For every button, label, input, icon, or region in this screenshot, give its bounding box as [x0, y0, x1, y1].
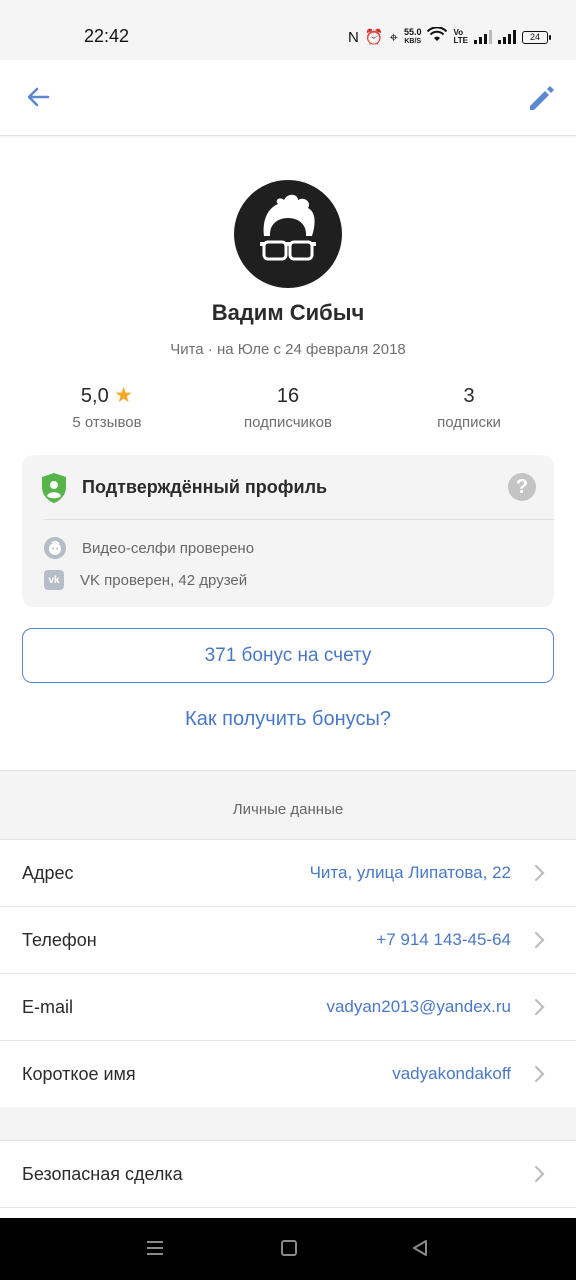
nfc-icon: N: [347, 28, 359, 46]
following-stat[interactable]: 3 подписки: [389, 382, 549, 431]
verified-item-text: Видео-селфи проверено: [82, 539, 255, 557]
signal-1-icon: [474, 30, 492, 44]
rating-stat[interactable]: 5,0 ★ 5 отзывов: [27, 382, 187, 431]
row-label: Короткое имя: [22, 1064, 136, 1084]
verified-item-vk: vk VK проверен, 42 друзей: [44, 569, 247, 591]
chevron-right-icon: [534, 1065, 545, 1083]
pencil-icon: [530, 86, 554, 110]
home-icon[interactable]: [279, 1238, 299, 1258]
chevron-right-icon: [534, 1165, 545, 1183]
signal-2-icon: [498, 30, 516, 44]
verified-item-text: VK проверен, 42 друзей: [80, 571, 248, 589]
followers-stat[interactable]: 16 подписчиков: [208, 382, 368, 431]
back-button[interactable]: [20, 80, 56, 116]
rating-value: 5,0: [80, 385, 109, 407]
following-value: 3: [463, 385, 475, 407]
verified-item-selfie: Видео-селфи проверено: [44, 537, 254, 559]
vk-icon: vk: [44, 570, 64, 590]
profile-stats: 5,0 ★ 5 отзывов 16 подписчиков 3 подписк…: [0, 382, 576, 438]
section-spacer: [0, 1107, 576, 1141]
network-speed: 55.0 KB/S: [403, 27, 422, 46]
edit-button[interactable]: [524, 80, 560, 116]
row-address[interactable]: Адрес Чита, улица Липатова, 22: [0, 840, 576, 907]
profile-meta: Чита · на Юле с 24 февраля 2018: [170, 341, 406, 358]
status-icons: N ⏰ ⌖ 55.0 KB/S Vo LTE 24: [347, 26, 551, 48]
divider: [44, 519, 554, 520]
section-title: Личные данные: [232, 801, 344, 818]
shield-check-icon: [42, 473, 66, 503]
followers-value: 16: [276, 385, 300, 407]
avatar-glasses-icon: [260, 194, 316, 266]
row-label: Безопасная сделка: [22, 1164, 183, 1184]
system-nav-bar: [0, 1218, 576, 1280]
wifi-icon: [427, 26, 448, 47]
row-label: Телефон: [22, 930, 97, 950]
how-to-get-bonuses-link[interactable]: Как получить бонусы?: [0, 708, 576, 731]
status-bar: 22:42 N ⏰ ⌖ 55.0 KB/S Vo LTE 24: [0, 0, 576, 60]
following-label: подписки: [437, 414, 501, 431]
app-bar: [0, 60, 576, 136]
menu-icon[interactable]: [145, 1238, 165, 1258]
row-value: vadyakondakoff: [392, 1064, 511, 1083]
row-value: +7 914 143-45-64: [376, 930, 511, 949]
personal-data-header: Личные данные: [0, 770, 576, 840]
verified-profile-card: Подтверждённый профиль ? Видео-селфи про…: [22, 455, 554, 607]
chevron-right-icon: [534, 864, 545, 882]
bonus-balance-button[interactable]: 371 бонус на счету: [22, 628, 554, 683]
volte-icon: Vo LTE: [453, 28, 468, 45]
followers-label: подписчиков: [244, 414, 332, 431]
chevron-right-icon: [534, 998, 545, 1016]
rating-label: 5 отзывов: [72, 414, 142, 431]
avatar[interactable]: [234, 180, 342, 288]
location-icon: ⌖: [389, 28, 398, 46]
status-time: 22:42: [84, 26, 130, 46]
row-label: E-mail: [22, 997, 74, 1017]
star-icon: ★: [114, 384, 134, 407]
back-nav-icon[interactable]: [410, 1238, 430, 1258]
row-phone[interactable]: Телефон +7 914 143-45-64: [0, 907, 576, 974]
chevron-right-icon: [534, 931, 545, 949]
row-short-name[interactable]: Короткое имя vadyakondakoff: [0, 1041, 576, 1108]
row-value: vadyan2013@yandex.ru: [326, 997, 511, 1016]
arrow-left-icon: [27, 87, 50, 107]
profile-name: Вадим Сибыч: [211, 300, 365, 325]
face-icon: [44, 537, 66, 559]
row-label: Адрес: [22, 863, 74, 883]
help-icon[interactable]: ?: [508, 473, 536, 501]
row-safe-deal[interactable]: Безопасная сделка: [0, 1141, 576, 1208]
row-email[interactable]: E-mail vadyan2013@yandex.ru: [0, 974, 576, 1041]
alarm-icon: ⏰: [364, 29, 384, 46]
row-value: Чита, улица Липатова, 22: [309, 863, 511, 882]
battery-icon: 24: [522, 30, 551, 44]
verified-title: Подтверждённый профиль: [82, 477, 328, 497]
